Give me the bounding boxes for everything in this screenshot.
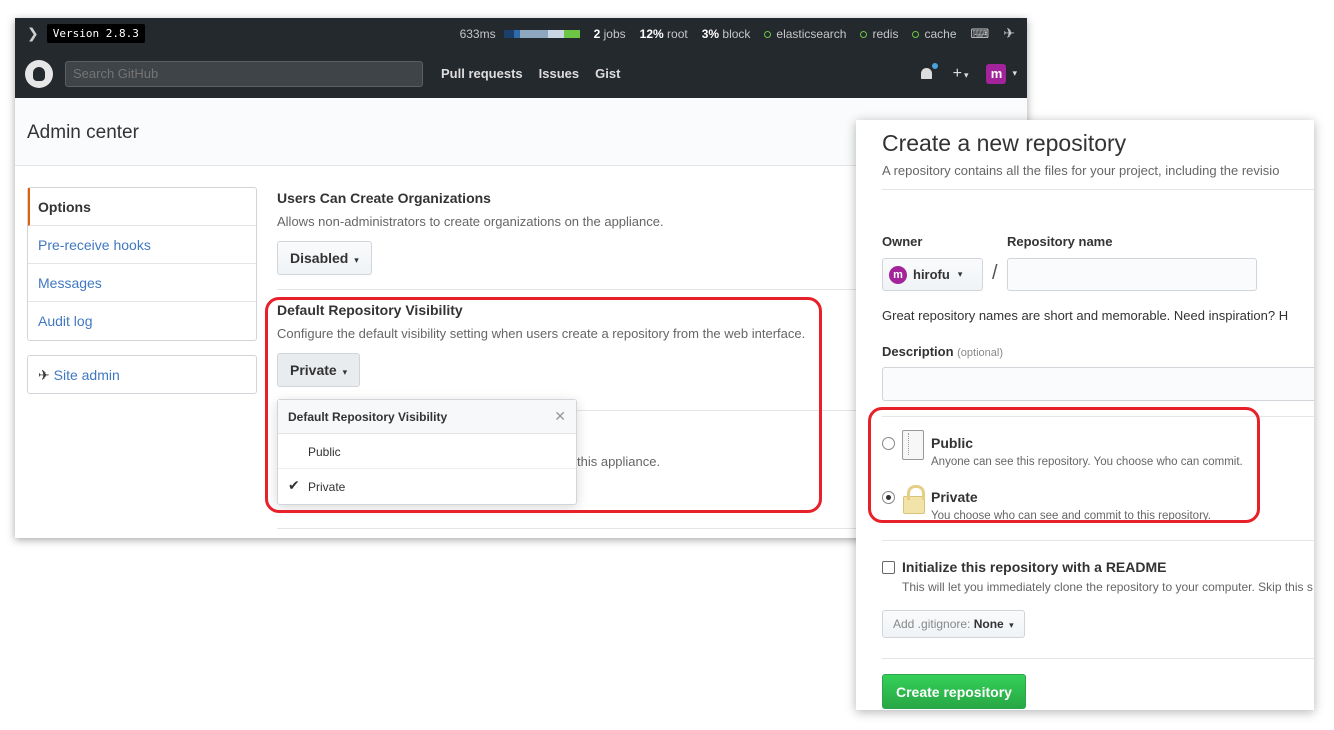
timing-bar <box>503 29 580 38</box>
create-repository-button[interactable]: Create repository <box>882 674 1026 709</box>
new-repo-form: Create a new repository A repository con… <box>882 130 1314 709</box>
rocket-icon[interactable]: ✈ <box>1003 25 1015 42</box>
highlight-annotation-right <box>868 407 1260 523</box>
divider <box>882 540 1314 541</box>
repo-name-label: Repository name <box>1007 234 1113 249</box>
description-input[interactable] <box>882 367 1314 401</box>
performance-stats: 633ms 2 jobs 12% root 3% block elasticse… <box>460 25 1015 42</box>
unread-indicator <box>930 61 939 70</box>
sidebar-item-messages[interactable]: Messages <box>28 264 256 302</box>
block-stat[interactable]: 3% block <box>702 27 751 41</box>
status-dot-icon <box>912 30 920 38</box>
caret-down-icon: ▾ <box>1012 68 1017 78</box>
service-cache[interactable]: cache <box>912 27 957 41</box>
sidebar-item-audit-log[interactable]: Audit log <box>28 302 256 340</box>
timing-stat[interactable]: 633ms <box>460 27 580 41</box>
chevron-right-icon[interactable]: ❯ <box>27 25 39 42</box>
page-subtitle: A repository contains all the files for … <box>882 163 1280 178</box>
readme-label: Initialize this repository with a README <box>902 559 1167 575</box>
divider <box>882 189 1314 190</box>
repo-name-hint: Great repository names are short and mem… <box>882 308 1289 323</box>
caret-down-icon: ▾ <box>1009 620 1014 630</box>
sidebar-item-pre-receive-hooks[interactable]: Pre-receive hooks <box>28 226 256 264</box>
notification-bell-icon[interactable] <box>919 61 939 82</box>
status-dot-icon <box>860 30 868 38</box>
avatar: m <box>986 63 1007 84</box>
nav-gist[interactable]: Gist <box>595 66 620 81</box>
nav-issues[interactable]: Issues <box>539 66 579 81</box>
caret-down-icon: ▾ <box>963 69 969 80</box>
service-elasticsearch[interactable]: elasticsearch <box>764 27 846 41</box>
create-new-menu[interactable]: + ▾ <box>953 65 969 83</box>
gitignore-select-button[interactable]: Add .gitignore: None ▾ <box>882 610 1025 638</box>
caret-down-icon: ▾ <box>354 255 359 265</box>
orgs-select-button[interactable]: Disabled ▾ <box>277 241 372 275</box>
description-label: Description (optional) <box>882 344 1003 359</box>
avatar: m <box>889 265 907 284</box>
page-title: Create a new repository <box>882 130 1127 156</box>
site-header: Pull requests Issues Gist +▾ m ▾ <box>15 49 1027 98</box>
service-redis[interactable]: redis <box>860 27 898 41</box>
repo-name-input[interactable] <box>1007 258 1257 291</box>
highlight-annotation-left <box>265 297 822 513</box>
keyboard-icon[interactable]: ⌨ <box>971 26 990 42</box>
readme-checkbox[interactable] <box>882 561 895 574</box>
header-nav: Pull requests Issues Gist <box>441 66 620 81</box>
caret-down-icon: ▾ <box>957 269 963 279</box>
site-admin-link[interactable]: ✈ Site admin <box>27 355 257 394</box>
nav-pull-requests[interactable]: Pull requests <box>441 66 523 81</box>
owner-name-separator: / <box>992 262 998 284</box>
search-input[interactable] <box>65 60 423 87</box>
version-badge: Version 2.8.3 <box>46 24 145 43</box>
rocket-icon: ✈ <box>38 367 50 383</box>
owner-select-button[interactable]: m hirofu ▾ <box>882 258 983 291</box>
user-menu[interactable]: m ▾ <box>986 63 1017 84</box>
header-actions: + ▾ m ▾ <box>919 61 1017 84</box>
github-logo-icon[interactable] <box>25 59 53 88</box>
sidebar-item-options[interactable]: Options <box>28 188 256 226</box>
status-dot-icon <box>764 30 772 38</box>
divider <box>882 658 1314 659</box>
admin-sidebar: Options Pre-receive hooks Messages Audit… <box>27 187 257 341</box>
readme-description: This will let you immediately clone the … <box>902 580 1313 594</box>
stafftools-bar: ❯ Version 2.8.3 633ms 2 jobs 12% root 3%… <box>15 18 1027 49</box>
jobs-stat[interactable]: 2 jobs <box>594 27 626 41</box>
owner-label: Owner <box>882 234 923 249</box>
root-stat[interactable]: 12% root <box>640 27 688 41</box>
